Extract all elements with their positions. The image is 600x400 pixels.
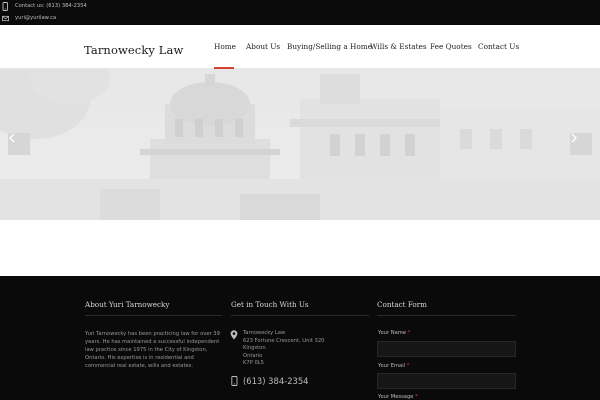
address-block: Tarnowecky Law 623 Fortune Crescent, Uni… (243, 330, 324, 368)
about-title: About Yuri Tarnowecky (85, 300, 170, 309)
contact-email-row: yuri@yurilaw.ca (2, 13, 56, 23)
hero-slider (0, 69, 600, 220)
mobile-phone-icon (231, 376, 238, 386)
contact-phone-row: Contact us: (613) 384-2354 (2, 1, 87, 11)
phone-icon (2, 1, 8, 11)
name-label-text: Your Name (378, 330, 407, 336)
footer-phone[interactable]: (613) 384-2354 (243, 376, 309, 386)
required-mark: * (415, 394, 418, 400)
message-label-text: Your Message (378, 394, 414, 400)
chevron-right-icon (571, 133, 577, 143)
contact-phone-text: Contact us: (613) 384-2354 (15, 3, 87, 9)
top-contact-bar: Contact us: (613) 384-2354 yuri@yurilaw.… (0, 0, 600, 25)
address-line: K7P 0L5 (243, 360, 264, 367)
nav-wills-estates[interactable]: Wills & Estates (370, 41, 427, 53)
nav-about-us[interactable]: About Us (246, 41, 280, 53)
name-label: Your Name * (378, 330, 410, 336)
nav-contact-us[interactable]: Contact Us (478, 41, 519, 53)
contact-form-title: Contact Form (377, 300, 427, 309)
slider-next-button[interactable] (570, 133, 592, 155)
nav-buying-selling[interactable]: Buying/Selling a Home (287, 41, 372, 53)
site-header: Tarnowecky Law Home About Us Buying/Sell… (0, 25, 600, 69)
chevron-left-icon (9, 133, 15, 143)
nav-fee-quotes[interactable]: Fee Quotes (430, 41, 472, 53)
site-footer: About Yuri Tarnowecky Yuri Tarnowecky ha… (0, 276, 600, 400)
slider-prev-button[interactable] (8, 133, 30, 155)
message-label: Your Message * (378, 394, 418, 400)
about-divider (85, 315, 222, 316)
hero-building-image (0, 69, 600, 220)
nav-home[interactable]: Home (214, 41, 236, 53)
required-mark: * (407, 330, 411, 336)
contact-title: Get in Touch With Us (231, 300, 309, 309)
envelope-icon (2, 15, 9, 21)
address-line: Ontario (243, 352, 263, 359)
map-pin-icon (230, 330, 238, 340)
contact-divider (231, 315, 369, 316)
address-line: 623 Fortune Crescent, Unit 320 (243, 337, 325, 344)
name-input[interactable] (377, 341, 516, 357)
address-line: Tarnowecky Law (243, 330, 286, 336)
contact-email-link[interactable]: yuri@yurilaw.ca (15, 13, 56, 23)
contact-form-divider (377, 315, 516, 316)
email-label: Your Email * (378, 363, 409, 369)
required-mark: * (406, 363, 410, 369)
email-label-text: Your Email (378, 363, 406, 369)
content-spacer (0, 220, 600, 276)
address-line: Kingston (243, 345, 266, 352)
about-text: Yuri Tarnowecky has been practicing law … (85, 331, 220, 369)
email-input[interactable] (377, 373, 516, 389)
site-logo[interactable]: Tarnowecky Law (84, 43, 183, 57)
